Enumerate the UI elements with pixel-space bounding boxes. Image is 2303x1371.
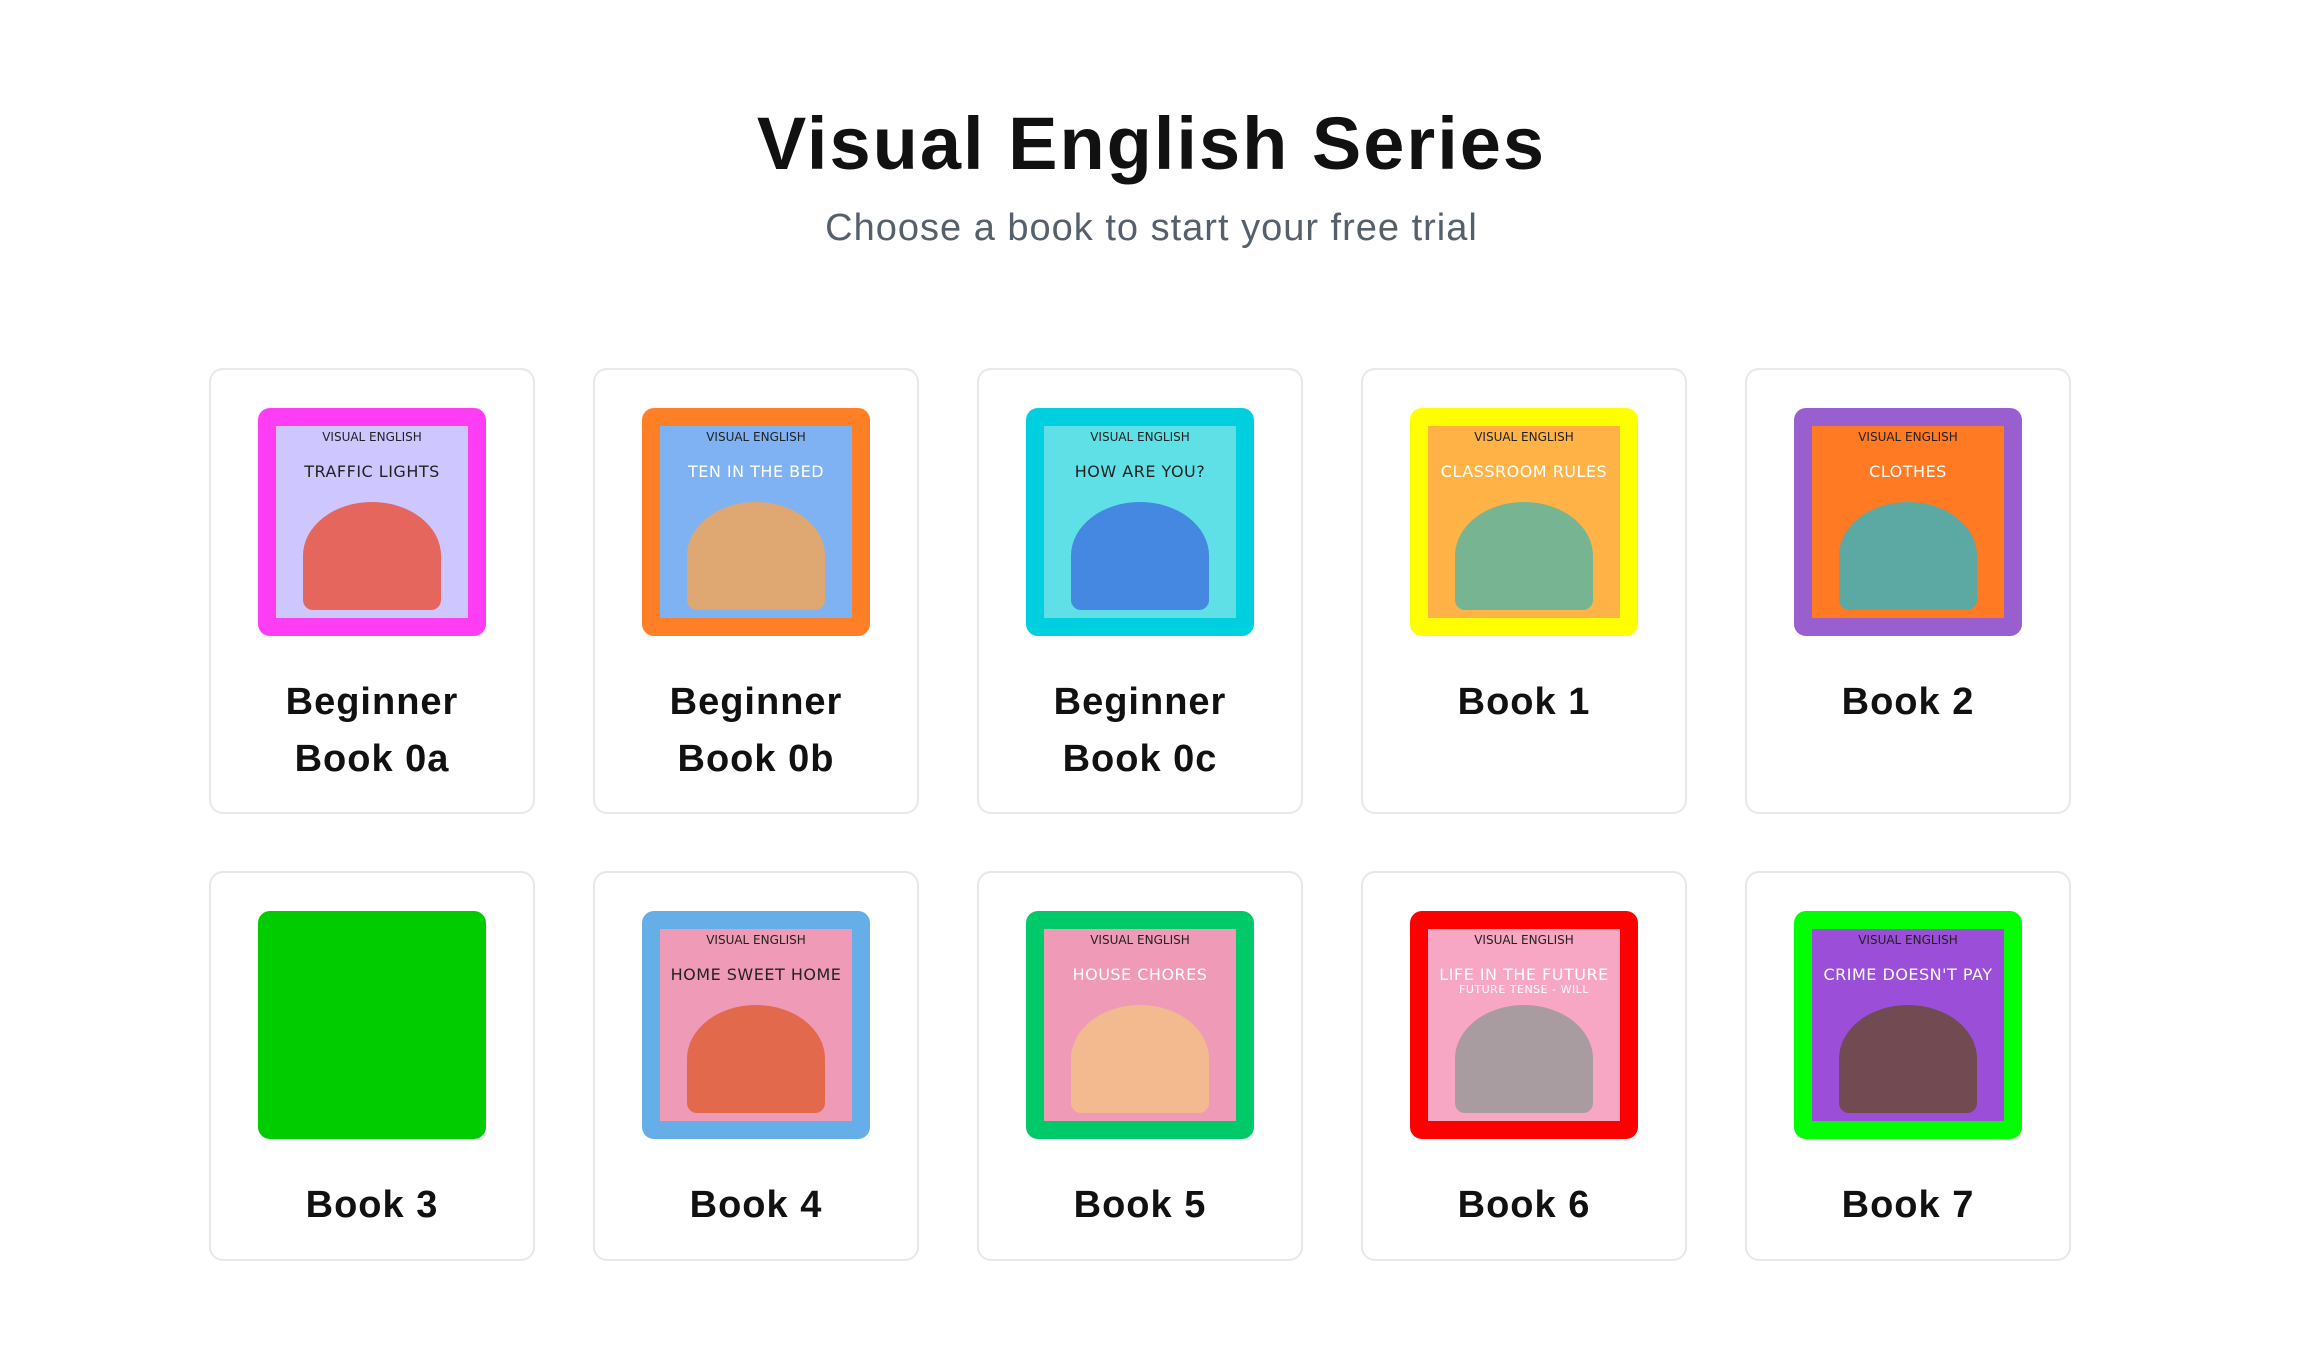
book-title: Book 4 (690, 1177, 823, 1234)
book-cover-image[interactable]: VISUAL ENGLISH CLOTHES (1794, 408, 2022, 636)
cover-title: TEN IN THE BED (687, 462, 825, 481)
book-title-line: Book 4 (689, 1184, 823, 1226)
cover-illustration (686, 1005, 826, 1113)
book-card[interactable]: VISUAL ENGLISH CLASSROOM RULES Book 1 (1361, 368, 1687, 814)
book-title-line: Book 0c (1062, 738, 1218, 780)
clothes-cover-icon: VISUAL ENGLISH CLOTHES (1812, 426, 2004, 618)
book-title: Book 2 (1842, 674, 1975, 731)
cover-illustration (1070, 1005, 1210, 1113)
book-title-line: Book 3 (305, 1184, 439, 1226)
book-cover-image[interactable]: VISUAL ENGLISH CLASSROOM RULES (1410, 408, 1638, 636)
cover-logo: VISUAL ENGLISH (706, 430, 806, 444)
page-subtitle: Choose a book to start your free trial (825, 206, 1478, 249)
cover-title: CRIME DOESN'T PAY (1823, 965, 1993, 984)
book-card[interactable]: VISUAL ENGLISH HOUSE CHORES Book 5 (977, 871, 1303, 1261)
blank-cover-icon (276, 929, 468, 1121)
book-title: Book 5 (1074, 1177, 1207, 1234)
book-title-line: Book 0a (294, 738, 450, 780)
book-cover-image[interactable]: VISUAL ENGLISH LIFE IN THE FUTURE FUTURE T… (1410, 911, 1638, 1139)
house-chores-cover-icon: VISUAL ENGLISH HOUSE CHORES (1044, 929, 1236, 1121)
traffic-lights-cover-icon: VISUAL ENGLISH TRAFFIC LIGHTS (276, 426, 468, 618)
book-card[interactable]: VISUAL ENGLISH HOME SWEET HOME Book 4 (593, 871, 919, 1261)
cover-subtitle: FUTURE TENSE - WILL (1459, 983, 1589, 996)
book-cover-image[interactable]: VISUAL ENGLISH TEN IN THE BED (642, 408, 870, 636)
book-cover-image[interactable]: VISUAL ENGLISH HOW ARE YOU? (1026, 408, 1254, 636)
cover-logo: VISUAL ENGLISH (322, 430, 422, 444)
cover-illustration (1454, 1005, 1594, 1113)
cover-illustration (686, 502, 826, 610)
home-cover-icon: VISUAL ENGLISH HOME SWEET HOME (660, 929, 852, 1121)
book-cover-image[interactable] (258, 911, 486, 1139)
book-cover-image[interactable]: VISUAL ENGLISH HOME SWEET HOME (642, 911, 870, 1139)
book-cover-image[interactable]: VISUAL ENGLISH CRIME DOESN'T PAY (1794, 911, 2022, 1139)
book-title-line: Beginner (1053, 681, 1227, 723)
book-title-line: Beginner (669, 681, 843, 723)
book-title-line: Book 7 (1841, 1184, 1975, 1226)
cover-illustration (1454, 502, 1594, 610)
cover-logo: VISUAL ENGLISH (1474, 430, 1574, 444)
classroom-cover-icon: VISUAL ENGLISH CLASSROOM RULES (1428, 426, 1620, 618)
cover-logo: VISUAL ENGLISH (706, 933, 806, 947)
emotion-face-cover-icon: VISUAL ENGLISH HOW ARE YOU? (1044, 426, 1236, 618)
cover-title: LIFE IN THE FUTURE (1439, 965, 1609, 984)
cover-logo: VISUAL ENGLISH (1474, 933, 1574, 947)
book-card[interactable]: VISUAL ENGLISH TRAFFIC LIGHTS Beginner Book… (209, 368, 535, 814)
book-card[interactable]: VISUAL ENGLISH TEN IN THE BED Beginner Book… (593, 368, 919, 814)
book-title-line: Beginner (285, 681, 459, 723)
book-title-line: Book 6 (1457, 1184, 1591, 1226)
book-cover-image[interactable]: VISUAL ENGLISH HOUSE CHORES (1026, 911, 1254, 1139)
book-card[interactable]: VISUAL ENGLISH CLOTHES Book 2 (1745, 368, 2071, 814)
cover-title: CLASSROOM RULES (1440, 462, 1608, 481)
page-title: Visual English Series (756, 102, 1547, 185)
book-title: Beginner Book 0c (1054, 674, 1227, 788)
cover-illustration (302, 502, 442, 610)
future-robot-cover-icon: VISUAL ENGLISH LIFE IN THE FUTURE FUTURE T… (1428, 929, 1620, 1121)
cover-title: CLOTHES (1869, 462, 1947, 481)
cover-logo: VISUAL ENGLISH (1090, 430, 1190, 444)
book-title-line: Book 1 (1457, 681, 1591, 723)
cover-title: TRAFFIC LIGHTS (304, 462, 440, 481)
book-card[interactable]: VISUAL ENGLISH LIFE IN THE FUTURE FUTURE T… (1361, 871, 1687, 1261)
cover-title: HOW ARE YOU? (1074, 462, 1206, 481)
book-title: Beginner Book 0b (670, 674, 843, 788)
page: Visual English Series Choose a book to s… (0, 0, 2303, 1371)
cover-title: HOME SWEET HOME (670, 965, 842, 984)
book-title: Book 3 (306, 1177, 439, 1234)
book-title-line: Book 2 (1841, 681, 1975, 723)
cover-logo: VISUAL ENGLISH (1858, 933, 1958, 947)
book-card[interactable]: VISUAL ENGLISH HOW ARE YOU? Beginner Book 0… (977, 368, 1303, 814)
book-cover-image[interactable]: VISUAL ENGLISH TRAFFIC LIGHTS (258, 408, 486, 636)
book-title-line: Book 0b (677, 738, 835, 780)
crime-cover-icon: VISUAL ENGLISH CRIME DOESN'T PAY (1812, 929, 2004, 1121)
cover-illustration (1838, 1005, 1978, 1113)
cover-logo: VISUAL ENGLISH (1858, 430, 1958, 444)
cover-illustration (1838, 502, 1978, 610)
book-title: Book 6 (1458, 1177, 1591, 1234)
teddy-bears-cover-icon: VISUAL ENGLISH TEN IN THE BED (660, 426, 852, 618)
book-title-line: Book 5 (1073, 1184, 1207, 1226)
cover-title: HOUSE CHORES (1072, 965, 1208, 984)
book-card[interactable]: Book 3 (209, 871, 535, 1261)
page-header: Visual English Series Choose a book to s… (0, 100, 2303, 250)
book-card[interactable]: VISUAL ENGLISH CRIME DOESN'T PAY Book 7 (1745, 871, 2071, 1261)
cover-logo: VISUAL ENGLISH (1090, 933, 1190, 947)
book-title: Book 7 (1842, 1177, 1975, 1234)
book-grid: VISUAL ENGLISH TRAFFIC LIGHTS Beginner Book… (209, 368, 2071, 1261)
cover-illustration (1070, 502, 1210, 610)
book-title: Book 1 (1458, 674, 1591, 731)
book-title: Beginner Book 0a (286, 674, 459, 788)
